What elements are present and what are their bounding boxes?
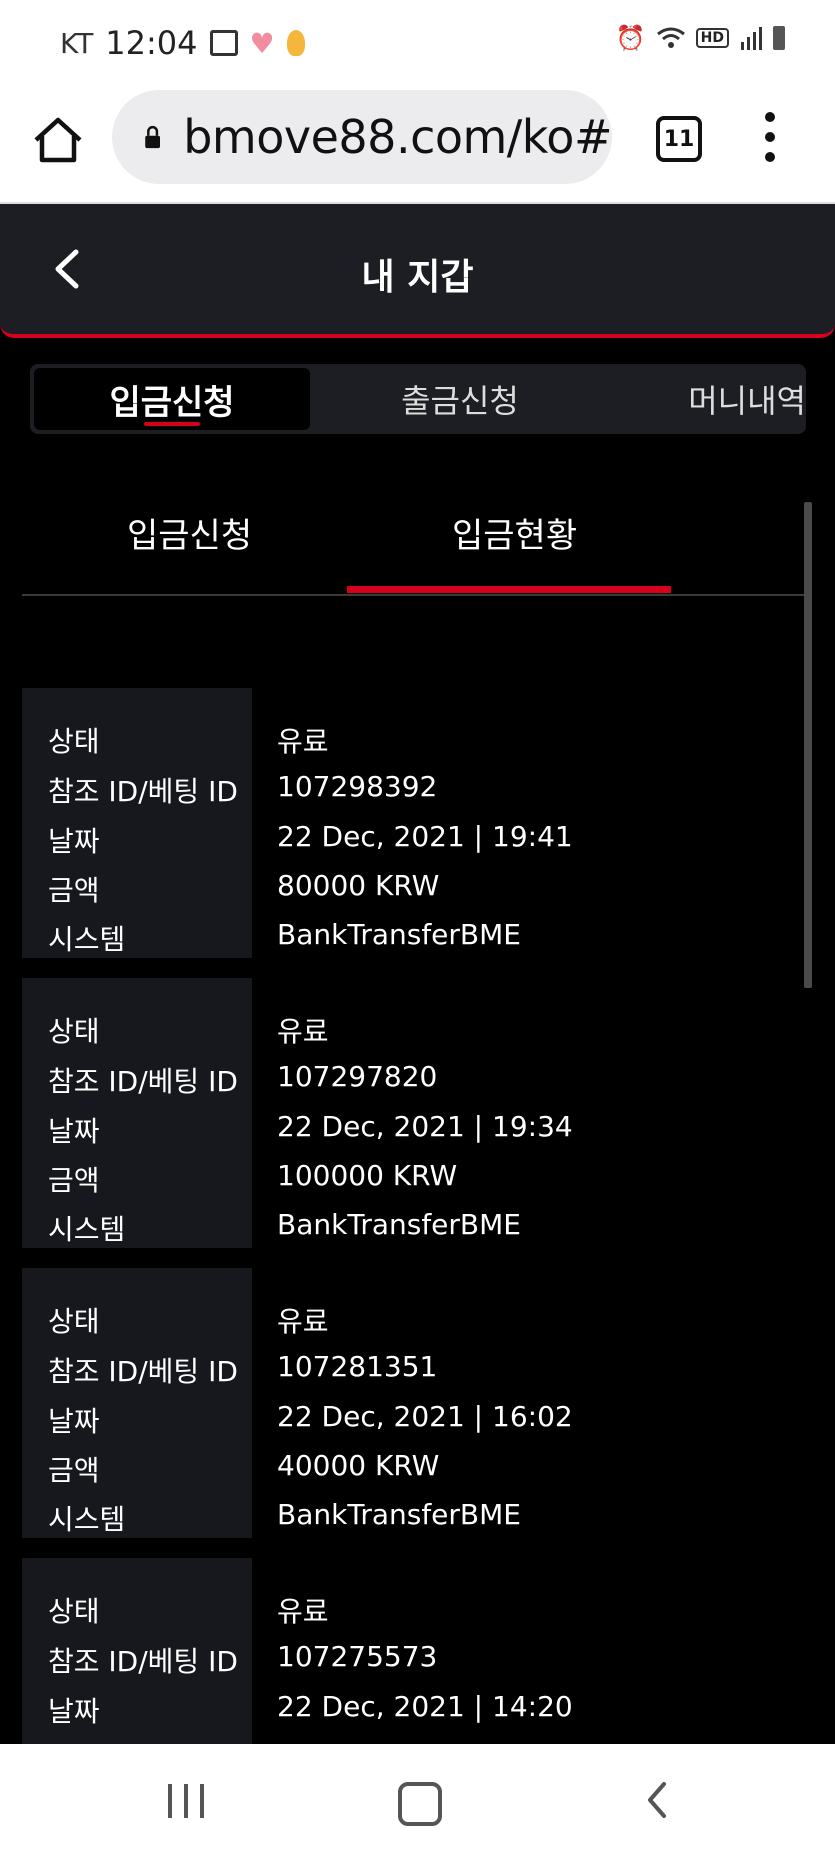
subtab-deposit-status[interactable]: 입금현황 xyxy=(452,508,577,557)
recent-apps-icon xyxy=(168,1784,172,1818)
menu-dot-icon xyxy=(765,132,775,142)
ref-id-label: 참조 ID/베팅 ID xyxy=(48,1355,238,1388)
scrollbar[interactable] xyxy=(804,502,812,988)
sub-tabs: 입금신청 입금현황 xyxy=(22,490,810,596)
list-item: 상태 유료 참조 ID/베팅 ID 107281351 날짜 22 Dec, 2… xyxy=(22,1268,802,1538)
gallery-icon xyxy=(209,30,238,56)
system-label: 시스템 xyxy=(48,923,126,956)
tab-switcher-button[interactable]: 11 xyxy=(656,116,702,162)
date-value: 22 Dec, 2021 | 16:02 xyxy=(277,1400,573,1433)
heart-icon: ♥ xyxy=(249,26,275,60)
system-value: BankTransferBME xyxy=(277,1498,521,1531)
amount-label: 금액 xyxy=(48,1164,100,1197)
carrier-label: KT xyxy=(60,26,94,60)
page-header: 내 지갑 xyxy=(0,204,835,338)
main-tabs: 입금신청 출금신청 머니내역 xyxy=(30,364,806,434)
ref-id-label: 참조 ID/베팅 ID xyxy=(48,1645,238,1678)
date-label: 날짜 xyxy=(48,825,100,858)
ref-id-value: 107298392 xyxy=(277,770,438,803)
status-label: 상태 xyxy=(48,725,100,758)
recent-apps-button[interactable] xyxy=(168,1784,204,1818)
system-label: 시스템 xyxy=(48,1503,126,1536)
menu-dot-icon xyxy=(765,152,775,162)
menu-dot-icon xyxy=(765,112,775,122)
ref-id-value: 107275573 xyxy=(277,1640,438,1673)
battery-icon xyxy=(773,26,785,50)
amount-value: 80000 KRW xyxy=(277,869,440,902)
date-label: 날짜 xyxy=(48,1695,100,1728)
list-item: 상태 유료 참조 ID/베팅 ID 107298392 날짜 22 Dec, 2… xyxy=(22,688,802,958)
system-nav-bar xyxy=(0,1744,835,1856)
system-value: BankTransferBME xyxy=(277,1208,521,1241)
home-icon xyxy=(34,117,82,163)
ref-id-value: 107281351 xyxy=(277,1350,438,1383)
amount-label: 금액 xyxy=(48,1454,100,1487)
date-label: 날짜 xyxy=(48,1115,100,1148)
page-title: 내 지갑 xyxy=(361,257,474,298)
tab-label: 머니내역 xyxy=(688,382,806,420)
status-right: ⏰ HD xyxy=(616,24,785,52)
list-item: 상태 유료 참조 ID/베팅 ID 107297820 날짜 22 Dec, 2… xyxy=(22,978,802,1248)
hd-icon: HD xyxy=(695,28,729,48)
list-item: 상태 유료 참조 ID/베팅 ID 107275573 날짜 22 Dec, 2… xyxy=(22,1558,802,1744)
status-value: 유료 xyxy=(277,1305,329,1338)
amount-label: 금액 xyxy=(48,874,100,907)
deposit-records-list: 상태 유료 참조 ID/베팅 ID 107298392 날짜 22 Dec, 2… xyxy=(22,688,802,1744)
recent-apps-icon xyxy=(184,1784,188,1818)
system-value: BankTransferBME xyxy=(277,918,521,951)
amount-value: 40000 KRW xyxy=(277,1449,440,1482)
chevron-left-icon xyxy=(648,1782,666,1818)
url-bar[interactable]: bmove88.com/ko# xyxy=(112,90,612,184)
tab-label: 입금신청 xyxy=(109,382,235,423)
tab-withdraw-request[interactable]: 출금신청 xyxy=(330,364,590,434)
wifi-icon xyxy=(656,27,685,48)
amount-value: 100000 KRW xyxy=(277,1159,458,1192)
date-label: 날짜 xyxy=(48,1405,100,1438)
date-value: 22 Dec, 2021 | 19:34 xyxy=(277,1110,573,1143)
subtab-active-indicator xyxy=(347,586,671,593)
overflow-menu-button[interactable] xyxy=(758,112,782,162)
browser-toolbar: bmove88.com/ko# 11 xyxy=(0,82,835,204)
clock: 12:04 xyxy=(105,24,198,62)
tab-label: 출금신청 xyxy=(401,382,519,420)
tab-money-history[interactable]: 머니내역 xyxy=(640,364,806,434)
lock-icon xyxy=(145,125,161,149)
system-label: 시스템 xyxy=(48,1213,126,1246)
date-value: 22 Dec, 2021 | 14:20 xyxy=(277,1690,573,1723)
tab-deposit-request[interactable]: 입금신청 xyxy=(34,368,310,430)
recent-apps-icon xyxy=(200,1784,204,1818)
ref-id-value: 107297820 xyxy=(277,1060,438,1093)
status-value: 유료 xyxy=(277,1595,329,1628)
signal-icon xyxy=(741,27,762,50)
status-bar: KT 12:04 ♥ ⏰ HD xyxy=(0,0,835,82)
status-value: 유료 xyxy=(277,725,329,758)
alarm-icon: ⏰ xyxy=(615,24,646,52)
date-value: 22 Dec, 2021 | 19:41 xyxy=(277,820,573,853)
system-back-button[interactable] xyxy=(642,1780,672,1820)
ref-id-label: 참조 ID/베팅 ID xyxy=(48,775,238,808)
status-label: 상태 xyxy=(48,1595,100,1628)
system-home-button[interactable] xyxy=(398,1782,442,1826)
status-value: 유료 xyxy=(277,1015,329,1048)
url-text: bmove88.com/ko# xyxy=(183,110,612,164)
status-left: KT 12:04 ♥ xyxy=(60,24,305,62)
home-button[interactable] xyxy=(30,112,86,168)
tab-active-indicator xyxy=(144,422,200,426)
ref-id-label: 참조 ID/베팅 ID xyxy=(48,1065,238,1098)
status-label: 상태 xyxy=(48,1305,100,1338)
subtab-deposit-request[interactable]: 입금신청 xyxy=(127,508,252,557)
flame-icon xyxy=(286,30,305,56)
status-label: 상태 xyxy=(48,1015,100,1048)
